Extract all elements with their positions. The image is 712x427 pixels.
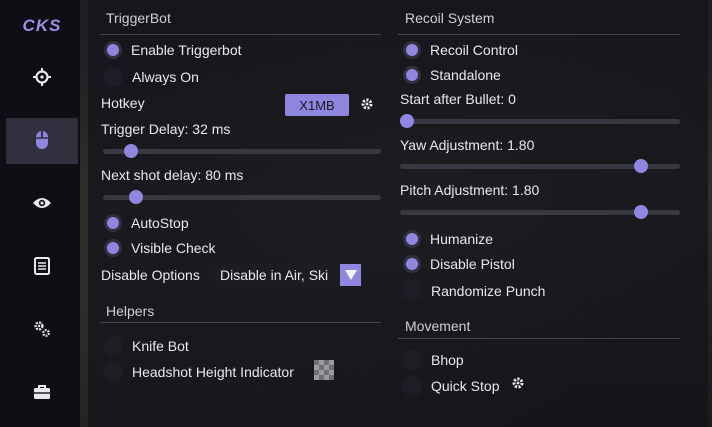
movement-divider: [398, 338, 680, 339]
headshot-indicator-radio[interactable]: [103, 362, 123, 382]
bhop-radio[interactable]: [402, 350, 422, 370]
always-on-label: Always On: [132, 69, 199, 85]
enable-triggerbot-radio[interactable]: [107, 44, 119, 56]
pitch-adjustment-slider[interactable]: [400, 205, 680, 219]
visible-check-radio[interactable]: [107, 242, 119, 254]
headshot-indicator-label: Headshot Height Indicator: [132, 364, 294, 380]
next-shot-delay-label: Next shot delay: 80 ms: [101, 167, 244, 183]
autostop-radio[interactable]: [107, 217, 119, 229]
bhop-toggle[interactable]: Bhop: [402, 350, 464, 370]
pitch-adjustment-knob[interactable]: [634, 205, 649, 219]
trigger-delay-label: Trigger Delay: 32 ms: [101, 121, 231, 137]
headshot-indicator-toggle[interactable]: Headshot Height Indicator: [103, 362, 294, 382]
hotkey-button[interactable]: X1MB: [285, 94, 349, 116]
document-icon: [34, 256, 50, 278]
trigger-delay-knob[interactable]: [124, 144, 139, 158]
disable-options-dropdown[interactable]: Disable in Air, Ski: [215, 264, 361, 286]
disable-options-label: Disable Options: [101, 267, 200, 283]
disable-pistol-label: Disable Pistol: [430, 256, 515, 272]
knife-bot-radio[interactable]: [103, 336, 123, 356]
yaw-adjustment-knob[interactable]: [634, 159, 649, 173]
humanize-toggle[interactable]: Humanize: [405, 231, 493, 247]
crosshair-icon: [33, 67, 51, 89]
autostop-label: AutoStop: [131, 215, 189, 231]
recoil-control-toggle[interactable]: Recoil Control: [405, 42, 518, 58]
disable-pistol-toggle[interactable]: Disable Pistol: [405, 256, 515, 272]
eye-icon: [32, 196, 52, 213]
always-on-toggle[interactable]: Always On: [103, 67, 199, 87]
helpers-divider: [100, 322, 381, 323]
randomize-punch-radio[interactable]: [402, 281, 422, 301]
disable-pistol-radio[interactable]: [406, 258, 418, 270]
recoil-divider: [398, 34, 680, 35]
app-logo: CKS: [22, 16, 62, 35]
enable-triggerbot-label: Enable Triggerbot: [131, 42, 242, 58]
always-on-radio[interactable]: [103, 67, 123, 87]
yaw-adjustment-label: Yaw Adjustment: 1.80: [400, 137, 535, 153]
pitch-adjustment-label: Pitch Adjustment: 1.80: [400, 182, 540, 198]
recoil-control-radio[interactable]: [406, 44, 418, 56]
disable-options-value: Disable in Air, Ski: [220, 267, 329, 283]
humanize-radio[interactable]: [406, 233, 418, 245]
randomize-punch-label: Randomize Punch: [431, 283, 546, 299]
nav-settings[interactable]: [6, 307, 78, 353]
dropdown-arrow-icon[interactable]: [340, 264, 361, 286]
bhop-label: Bhop: [431, 352, 464, 368]
nav-aimbot[interactable]: [6, 55, 78, 101]
next-shot-delay-slider[interactable]: [103, 190, 381, 204]
enable-triggerbot-toggle[interactable]: Enable Triggerbot: [106, 42, 242, 58]
start-after-bullet-slider[interactable]: [400, 114, 680, 128]
start-after-bullet-label: Start after Bullet: 0: [400, 91, 516, 107]
quick-stop-gear-icon[interactable]: [511, 376, 525, 393]
quick-stop-label: Quick Stop: [431, 378, 500, 394]
nav-misc[interactable]: [6, 244, 78, 290]
visible-check-label: Visible Check: [131, 240, 216, 256]
standalone-toggle[interactable]: Standalone: [405, 67, 501, 83]
triggerbot-title: TriggerBot: [106, 10, 171, 26]
nav-configs[interactable]: [6, 370, 78, 416]
standalone-label: Standalone: [430, 67, 501, 83]
visible-check-toggle[interactable]: Visible Check: [106, 240, 216, 256]
hotkey-label: Hotkey: [101, 95, 145, 111]
humanize-label: Humanize: [430, 231, 494, 247]
gears-icon: [33, 320, 51, 341]
nav-visuals[interactable]: [6, 181, 78, 227]
movement-title: Movement: [405, 318, 471, 334]
start-after-bullet-knob[interactable]: [400, 114, 414, 128]
sidebar: CKS: [0, 0, 80, 427]
yaw-adjustment-slider[interactable]: [400, 159, 680, 173]
hotkey-gear-icon[interactable]: [360, 97, 374, 114]
knife-bot-label: Knife Bot: [132, 338, 189, 354]
triggerbot-divider: [100, 34, 381, 35]
recoil-title: Recoil System: [405, 10, 495, 26]
briefcase-icon: [33, 384, 51, 403]
recoil-control-label: Recoil Control: [430, 42, 518, 58]
mouse-icon: [35, 130, 49, 153]
helpers-title: Helpers: [106, 303, 155, 319]
standalone-radio[interactable]: [406, 69, 418, 81]
quick-stop-radio[interactable]: [402, 376, 422, 396]
knife-bot-toggle[interactable]: Knife Bot: [103, 336, 189, 356]
quick-stop-toggle[interactable]: Quick Stop: [402, 376, 500, 396]
trigger-delay-slider[interactable]: [103, 144, 381, 158]
randomize-punch-toggle[interactable]: Randomize Punch: [402, 281, 546, 301]
headshot-color-picker[interactable]: [314, 360, 334, 380]
nav-triggerbot[interactable]: [6, 118, 78, 164]
autostop-toggle[interactable]: AutoStop: [106, 215, 189, 231]
